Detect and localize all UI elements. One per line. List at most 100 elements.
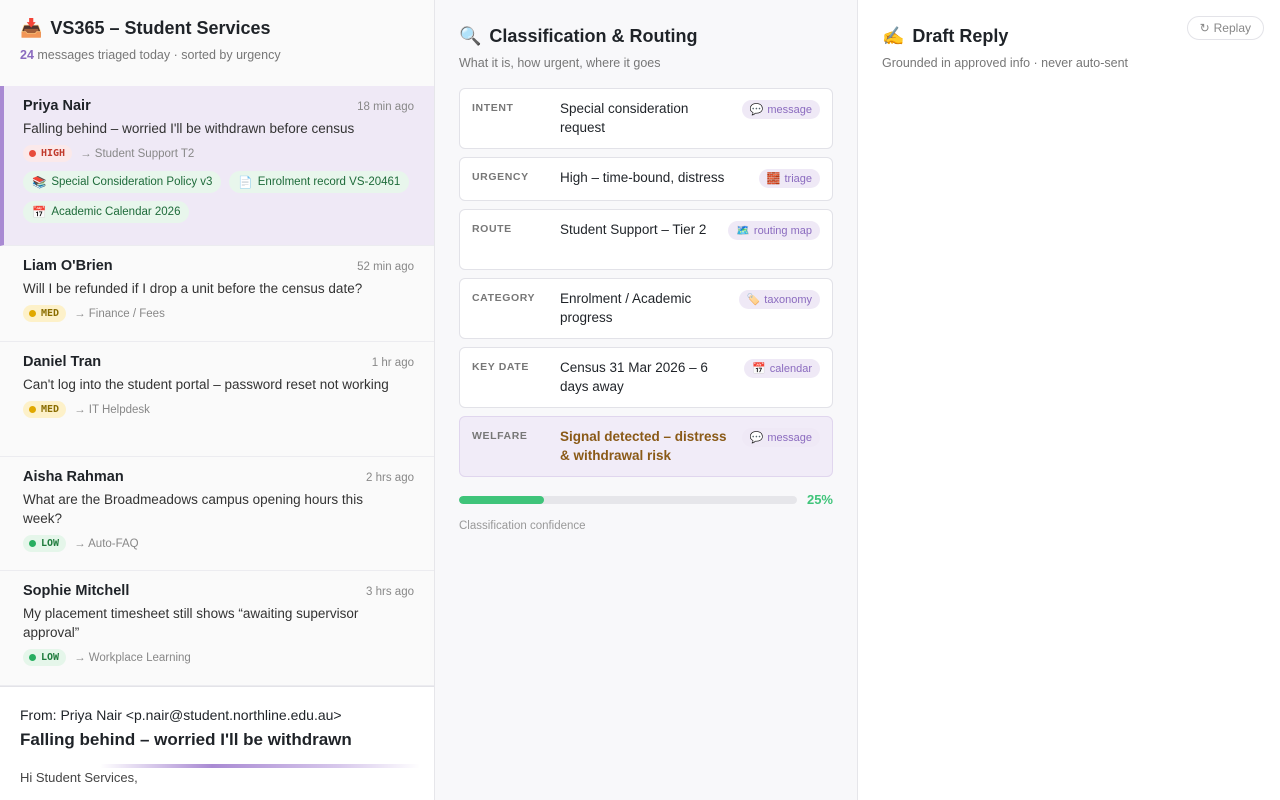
source-chip-label: triage	[784, 172, 812, 185]
classification-title: 🔍 Classification & Routing	[459, 24, 697, 48]
message-time: 18 min ago	[357, 101, 414, 113]
field-card-category: CATEGORY Enrolment / Academic progress 🏷…	[459, 278, 833, 339]
replay-label: Replay	[1213, 21, 1251, 35]
source-chip-label: calendar	[769, 362, 812, 375]
inbox-header: 📥 VS365 – Student Services 24 messages t…	[20, 16, 281, 63]
priority-label: MED	[41, 404, 60, 415]
message-subject: What are the Broadmeadows campus opening…	[23, 492, 363, 526]
email-from: From: Priya Nair <p.nair@student.northli…	[20, 707, 342, 723]
message-item[interactable]: Liam O'Brien 52 min ago Will I be refund…	[0, 246, 434, 342]
field-value: Student Support – Tier 2	[560, 222, 707, 237]
confidence-meter: 25% Classification confidence	[459, 492, 833, 532]
replay-icon: ↻	[1199, 21, 1210, 35]
message-time: 1 hr ago	[371, 357, 414, 369]
route-label: → Student Support T2	[80, 147, 195, 160]
priority-badge: MED	[23, 401, 67, 418]
message-subject: Falling behind – worried I'll be withdra…	[23, 121, 355, 136]
source-chip[interactable]: 📅 Academic Calendar 2026	[23, 201, 190, 223]
priority-dot-icon	[29, 406, 36, 413]
message-item[interactable]: Aisha Rahman 2 hrs ago What are the Broa…	[0, 457, 434, 571]
source-chip[interactable]: 🗺️ routing map	[728, 221, 820, 240]
route-label: → Auto-FAQ	[74, 537, 139, 550]
email-greeting: Hi Student Services,	[20, 770, 138, 785]
source-chip[interactable]: 💬 message	[741, 428, 820, 447]
email-preview: From: Priya Nair <p.nair@student.northli…	[0, 686, 434, 800]
route-label: → Finance / Fees	[74, 307, 165, 320]
field-key: ROUTE	[472, 223, 512, 235]
confidence-percent: 25%	[806, 492, 833, 507]
reading-progress-bar	[100, 764, 420, 768]
document-icon: 📄	[238, 177, 253, 189]
field-card-urgency: URGENCY High – time-bound, distress 🧱 tri…	[459, 157, 833, 201]
classification-fields: INTENT Special consideration request 💬 me…	[459, 88, 833, 485]
draft-panel: ✍️ Draft Reply Grounded in approved info…	[858, 0, 1280, 800]
calendar-icon: 📅	[752, 363, 766, 375]
writing-hand-icon: ✍️	[882, 25, 905, 46]
source-chip-label: routing map	[753, 224, 812, 237]
priority-dot-icon	[29, 310, 36, 317]
message-item[interactable]: Priya Nair 18 min ago Falling behind – w…	[0, 86, 434, 246]
field-card-key-date: KEY DATE Census 31 Mar 2026 – 6 days awa…	[459, 347, 833, 408]
source-chip[interactable]: 🧱 triage	[758, 169, 820, 188]
source-chips: 📚 Special Consideration Policy v3 📄 Enrolm…	[23, 171, 414, 223]
speech-bubble-icon: 💬	[749, 104, 764, 116]
brick-icon: 🧱	[766, 173, 781, 185]
message-count: 24	[20, 48, 34, 62]
confidence-fill	[459, 495, 544, 504]
field-key: URGENCY	[472, 171, 529, 183]
field-value: Enrolment / Academic progress	[560, 291, 692, 325]
field-value: High – time-bound, distress	[560, 170, 725, 185]
inbox-tray-icon: 📥	[20, 17, 43, 38]
priority-badge: HIGH	[23, 145, 73, 162]
source-chip-label: Special Consideration Policy v3	[51, 176, 213, 188]
field-key: INTENT	[472, 102, 514, 114]
priority-label: HIGH	[41, 148, 66, 159]
draft-subtitle: Grounded in approved info · never auto-s…	[882, 56, 1128, 70]
priority-badge: LOW	[23, 535, 67, 552]
field-key: KEY DATE	[472, 361, 529, 373]
route-label: → Workplace Learning	[74, 651, 191, 664]
sender-name: Aisha Rahman	[23, 469, 124, 485]
priority-label: LOW	[41, 652, 60, 663]
message-item[interactable]: Daniel Tran 1 hr ago Can't log into the …	[0, 342, 434, 457]
field-card-intent: INTENT Special consideration request 💬 me…	[459, 88, 833, 149]
source-chip[interactable]: 💬 message	[741, 100, 820, 119]
inbox-panel: 📥 VS365 – Student Services 24 messages t…	[0, 0, 435, 800]
sender-name: Priya Nair	[23, 98, 91, 114]
priority-label: LOW	[41, 538, 60, 549]
priority-badge: LOW	[23, 649, 67, 666]
draft-title-text: Draft Reply	[912, 25, 1009, 46]
inbox-subtitle: 24 messages triaged today · sorted by ur…	[20, 48, 281, 62]
source-chip[interactable]: 📅 calendar	[744, 359, 820, 378]
sender-name: Sophie Mitchell	[23, 583, 130, 599]
email-subject: Falling behind – worried I'll be withdra…	[20, 730, 352, 749]
message-subject: My placement timesheet still shows “awai…	[23, 606, 359, 640]
classification-subtitle: What it is, how urgent, where it goes	[459, 56, 661, 70]
priority-dot-icon	[29, 654, 36, 661]
source-chip[interactable]: 📚 Special Consideration Policy v3	[23, 171, 222, 193]
message-subject: Can't log into the student portal – pass…	[23, 377, 389, 392]
message-list: Priya Nair 18 min ago Falling behind – w…	[0, 86, 434, 686]
source-chip-label: Enrolment record VS-20461	[257, 176, 401, 188]
classification-header: 🔍 Classification & Routing What it is, h…	[459, 24, 697, 71]
classification-panel: 🔍 Classification & Routing What it is, h…	[435, 0, 858, 800]
field-card-route: ROUTE Student Support – Tier 2 🗺️ routing…	[459, 209, 833, 270]
message-time: 3 hrs ago	[366, 586, 414, 598]
replay-button[interactable]: ↻ Replay	[1186, 16, 1264, 40]
source-chip[interactable]: 🏷️ taxonomy	[738, 290, 820, 309]
inbox-title: 📥 VS365 – Student Services	[20, 16, 281, 40]
tag-icon: 🏷️	[746, 294, 761, 306]
message-item[interactable]: Sophie Mitchell 3 hrs ago My placement t…	[0, 571, 434, 686]
message-subject: Will I be refunded if I drop a unit befo…	[23, 281, 363, 296]
sender-name: Daniel Tran	[23, 354, 102, 370]
magnifier-icon: 🔍	[459, 25, 482, 46]
source-chip[interactable]: 📄 Enrolment record VS-20461	[229, 171, 410, 193]
field-value: Special consideration request	[560, 101, 689, 135]
inbox-title-text: VS365 – Student Services	[50, 17, 271, 38]
source-chip-label: message	[767, 431, 812, 444]
message-time: 52 min ago	[357, 261, 414, 273]
books-icon: 📚	[32, 177, 47, 189]
message-time: 2 hrs ago	[366, 472, 414, 484]
route-label: → IT Helpdesk	[74, 403, 150, 416]
classification-title-text: Classification & Routing	[489, 25, 698, 46]
